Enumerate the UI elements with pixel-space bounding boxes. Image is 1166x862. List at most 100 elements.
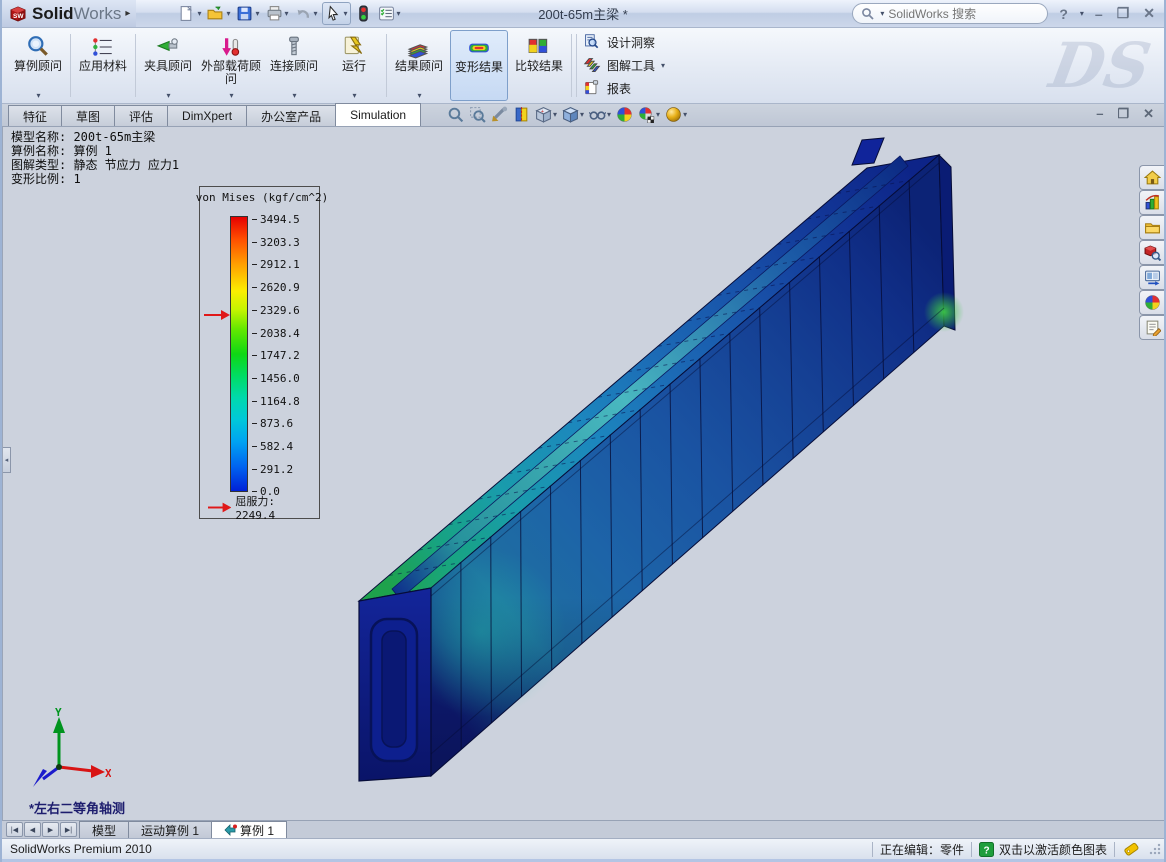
tab-dimxpert[interactable]: DimXpert xyxy=(167,105,247,126)
zoom-fit-button[interactable] xyxy=(446,105,465,124)
ribbon-button-report[interactable]: 报表 xyxy=(583,79,665,98)
taskpane-custom-properties-button[interactable] xyxy=(1139,315,1164,340)
help-button[interactable]: ? xyxy=(1056,6,1071,22)
print-icon xyxy=(266,5,283,22)
triad-y-label: Y xyxy=(55,706,62,719)
save-dropdown-icon[interactable]: ▾ xyxy=(255,9,259,18)
search-scope-dropdown-icon[interactable]: ▾ xyxy=(880,9,884,18)
view-settings-dropdown-icon[interactable]: ▾ xyxy=(683,110,687,119)
ribbon-button-fixtures-advisor[interactable]: 夹具顾问▾ xyxy=(139,30,197,101)
results-advisor-dropdown-icon[interactable]: ▾ xyxy=(417,91,421,100)
apply-material-icon xyxy=(91,35,115,59)
close-button[interactable]: ✕ xyxy=(1140,5,1158,22)
edit-appearance-button[interactable] xyxy=(615,105,634,124)
display-style-dropdown-icon[interactable]: ▾ xyxy=(580,110,584,119)
apply-scene-dropdown-icon[interactable]: ▾ xyxy=(656,110,660,119)
tab-评估[interactable]: 评估 xyxy=(114,105,168,126)
search-input[interactable] xyxy=(888,7,1028,21)
run-dropdown-icon[interactable]: ▾ xyxy=(352,91,356,100)
taskpane-search-results-button[interactable] xyxy=(1139,240,1164,265)
ribbon-separator xyxy=(135,34,136,97)
previous-view-button[interactable] xyxy=(490,105,509,124)
new-document-dropdown-icon[interactable]: ▾ xyxy=(197,9,201,18)
open-dropdown-icon[interactable]: ▾ xyxy=(226,9,230,18)
resize-grip[interactable] xyxy=(1148,842,1162,856)
taskpane-file-explorer-button[interactable] xyxy=(1139,215,1164,240)
taskpane-view-palette-button[interactable] xyxy=(1139,265,1164,290)
ribbon-button-plot-tools[interactable]: 图解工具▾ xyxy=(583,56,665,75)
undo-button[interactable]: ▾ xyxy=(293,3,320,24)
view-settings-button[interactable]: ▾ xyxy=(664,105,688,124)
stress-result-model[interactable] xyxy=(3,127,1164,820)
undo-dropdown-icon[interactable]: ▾ xyxy=(314,9,318,18)
display-style-button[interactable]: ▾ xyxy=(561,105,585,124)
graphics-viewport[interactable]: 模型名称: 200t-65m主梁 算例名称: 算例 1 图解类型: 静态 节应力… xyxy=(2,127,1164,820)
ribbon-button-design-insight[interactable]: 设计洞察 xyxy=(583,33,665,52)
tab-办公室产品[interactable]: 办公室产品 xyxy=(246,105,336,126)
select-dropdown-icon[interactable]: ▾ xyxy=(344,9,348,18)
ribbon-separator xyxy=(571,34,572,97)
ribbon-button-apply-material[interactable]: 应用材料 xyxy=(74,30,132,101)
display-options-dropdown-icon[interactable]: ▾ xyxy=(397,9,401,18)
save-button[interactable]: ▾ xyxy=(234,3,261,24)
print-button[interactable]: ▾ xyxy=(264,3,291,24)
ribbon-button-label: 外部载荷顾问 xyxy=(199,60,263,86)
doc-restore-button[interactable]: ❐ xyxy=(1117,106,1129,122)
model-check-button[interactable] xyxy=(353,3,374,24)
scroll-prev-tab-button[interactable]: ◀ xyxy=(24,822,41,837)
maximize-button[interactable]: ❐ xyxy=(1114,5,1133,22)
minimize-button[interactable]: – xyxy=(1092,6,1106,22)
menu-flyout-arrow-icon[interactable]: ▸ xyxy=(125,8,130,19)
tab-草图[interactable]: 草图 xyxy=(61,105,115,126)
apply-scene-button[interactable]: ▾ xyxy=(637,105,661,124)
view-orientation-button[interactable]: +▾ xyxy=(534,105,558,124)
ribbon-button-connections-advisor[interactable]: 连接顾问▾ xyxy=(265,30,323,101)
tab-特征[interactable]: 特征 xyxy=(8,105,62,126)
stress-legend[interactable]: von Mises (kgf/cm^2) 3494.53203.32912.12… xyxy=(199,186,320,519)
section-view-button[interactable] xyxy=(512,105,531,124)
svg-text:+: + xyxy=(541,109,544,115)
zoom-area-button[interactable] xyxy=(468,105,487,124)
taskpane-solidworks-resources-button[interactable] xyxy=(1139,165,1164,190)
help-dropdown-icon[interactable]: ▾ xyxy=(1080,9,1084,18)
doc-close-button[interactable]: ✕ xyxy=(1143,106,1154,122)
app-logo[interactable]: SW SolidWorks ▸ xyxy=(2,0,136,27)
ribbon-button-run[interactable]: 运行▾ xyxy=(325,30,383,101)
new-document-button[interactable]: ▾ xyxy=(176,3,203,24)
ribbon-button-external-loads-advisor[interactable]: 外部载荷顾问 ▾ xyxy=(199,30,263,101)
taskpane-design-library-button[interactable] xyxy=(1139,190,1164,215)
folder-icon xyxy=(1144,219,1161,236)
hide-show-items-dropdown-icon[interactable]: ▾ xyxy=(607,110,611,119)
study-advisor-dropdown-icon[interactable]: ▾ xyxy=(36,91,40,100)
ribbon-button-results-advisor[interactable]: 结果顾问▾ xyxy=(390,30,448,101)
ribbon-button-compare-results[interactable]: 比较结果 xyxy=(510,30,568,101)
select-button[interactable]: ▾ xyxy=(322,2,351,25)
ribbon-button-label: 设计洞察 xyxy=(607,34,655,51)
scroll-first-tab-button[interactable]: |◀ xyxy=(6,822,23,837)
view-settings-icon xyxy=(665,106,682,123)
taskpane-appearances-scenes-button[interactable] xyxy=(1139,290,1164,315)
ribbon-button-deformed-result[interactable]: 变形结果 xyxy=(450,30,508,101)
fixtures-advisor-dropdown-icon[interactable]: ▾ xyxy=(166,91,170,100)
tag-icon[interactable] xyxy=(1122,842,1140,857)
bottom-tab-运动算例1[interactable]: 运动算例 1 xyxy=(128,821,212,838)
tab-simulation[interactable]: Simulation xyxy=(335,103,421,126)
open-button[interactable]: ▾ xyxy=(205,3,232,24)
scroll-next-tab-button[interactable]: ▶ xyxy=(42,822,59,837)
bottom-tab-模型[interactable]: 模型 xyxy=(79,821,129,838)
view-orientation-dropdown-icon[interactable]: ▾ xyxy=(553,110,557,119)
hide-show-items-button[interactable]: ▾ xyxy=(588,105,612,124)
external-loads-advisor-dropdown-icon[interactable]: ▾ xyxy=(229,91,233,100)
search-box[interactable]: ▾ xyxy=(852,3,1048,24)
scroll-last-tab-button[interactable]: ▶| xyxy=(60,822,77,837)
plot-tools-dropdown-icon[interactable]: ▾ xyxy=(661,61,665,70)
doc-minimize-button[interactable]: – xyxy=(1096,106,1103,122)
status-help-icon[interactable]: ? xyxy=(979,842,994,857)
ribbon-button-study-advisor[interactable]: 算例顾问▾ xyxy=(9,30,67,101)
bottom-tab-算例1[interactable]: 算例 1 xyxy=(211,821,287,838)
connections-advisor-dropdown-icon[interactable]: ▾ xyxy=(292,91,296,100)
print-dropdown-icon[interactable]: ▾ xyxy=(285,9,289,18)
display-options-button[interactable]: ▾ xyxy=(376,3,403,24)
feature-manager-collapse-handle[interactable]: ◂ xyxy=(3,447,11,473)
yield-strength-label: 屈服力: 2249.4 xyxy=(235,493,319,522)
